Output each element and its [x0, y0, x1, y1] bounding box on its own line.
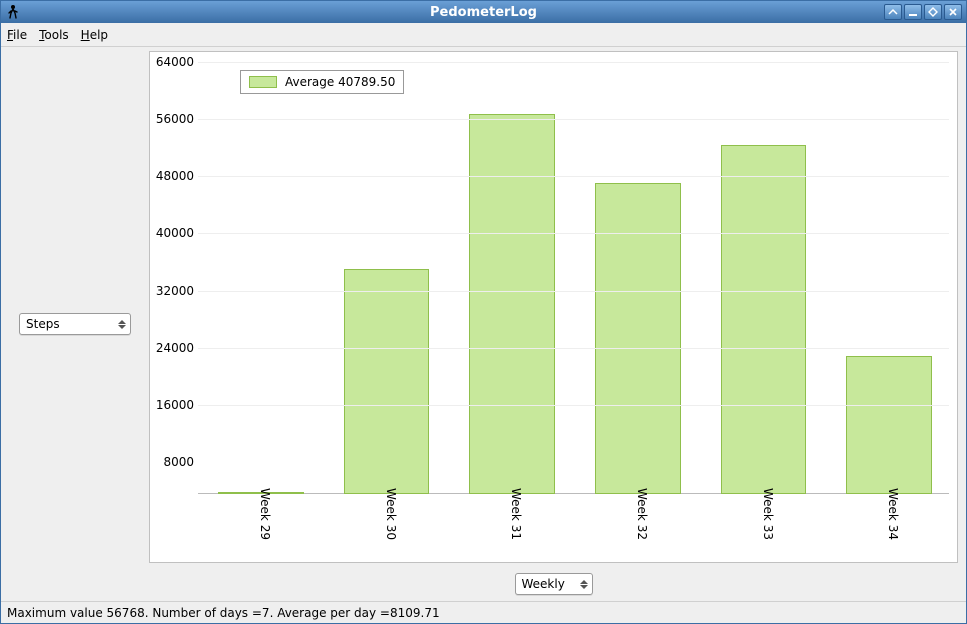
- window-buttons: [884, 4, 966, 20]
- menu-file[interactable]: File: [7, 28, 27, 42]
- x-tick-label: Week 34: [886, 488, 900, 540]
- y-tick-label: 40000: [149, 226, 194, 240]
- interval-select[interactable]: Weekly: [515, 573, 593, 595]
- y-gridline: [198, 176, 949, 177]
- bar: [595, 183, 680, 494]
- window-title: PedometerLog: [1, 5, 966, 20]
- menu-tools-rest: ools: [44, 28, 68, 42]
- bar: [846, 356, 931, 494]
- y-tick-label: 24000: [149, 341, 194, 355]
- bar: [721, 145, 806, 494]
- y-gridline: [198, 348, 949, 349]
- content-area: Steps Average 40789.50 8000 16000 24000 320…: [1, 47, 966, 601]
- menu-help[interactable]: Help: [81, 28, 108, 42]
- y-gridline: [198, 405, 949, 406]
- app-icon: [5, 4, 21, 20]
- metric-select-value: Steps: [26, 317, 60, 331]
- bottom-controls: Weekly: [149, 567, 958, 601]
- stepper-icon: [580, 580, 588, 589]
- titlebar: PedometerLog: [1, 1, 966, 23]
- y-gridline: [198, 119, 949, 120]
- chart-area: Average 40789.50 8000 16000 24000 32000 4000…: [149, 51, 958, 563]
- y-gridline: [198, 291, 949, 292]
- y-gridline: [198, 233, 949, 234]
- status-text: Maximum value 56768. Number of days =7. …: [7, 606, 440, 620]
- bar: [469, 114, 554, 494]
- x-axis-line: [198, 493, 949, 494]
- legend-text: Average 40789.50: [285, 75, 395, 89]
- interval-select-value: Weekly: [522, 577, 565, 591]
- y-tick-label: 56000: [149, 112, 194, 126]
- maximize-button[interactable]: [924, 4, 942, 20]
- menu-file-rest: ile: [13, 28, 27, 42]
- x-tick-label: Week 33: [761, 488, 775, 540]
- close-button[interactable]: [944, 4, 962, 20]
- minimize-button[interactable]: [904, 4, 922, 20]
- y-tick-label: 16000: [149, 398, 194, 412]
- menu-tools[interactable]: Tools: [39, 28, 69, 42]
- app-window: PedometerLog File Tools Help Steps: [0, 0, 967, 624]
- menubar: File Tools Help: [1, 23, 966, 47]
- y-gridline: [198, 62, 949, 63]
- x-tick-label: Week 30: [384, 488, 398, 540]
- y-tick-label: 32000: [149, 284, 194, 298]
- legend-swatch: [249, 76, 277, 88]
- chart-panel: Average 40789.50 8000 16000 24000 32000 4000…: [149, 47, 966, 601]
- statusbar: Maximum value 56768. Number of days =7. …: [1, 601, 966, 623]
- shade-button[interactable]: [884, 4, 902, 20]
- x-tick-label: Week 32: [635, 488, 649, 540]
- y-tick-label: 8000: [149, 455, 194, 469]
- stepper-icon: [118, 320, 126, 329]
- metric-select[interactable]: Steps: [19, 313, 131, 335]
- menu-help-rest: elp: [90, 28, 108, 42]
- y-tick-label: 48000: [149, 169, 194, 183]
- left-panel: Steps: [1, 47, 149, 601]
- x-tick-label: Week 31: [509, 488, 523, 540]
- y-tick-label: 64000: [149, 55, 194, 69]
- legend: Average 40789.50: [240, 70, 404, 94]
- bar: [344, 269, 429, 494]
- plot-region: [198, 62, 949, 494]
- x-tick-label: Week 29: [258, 488, 272, 540]
